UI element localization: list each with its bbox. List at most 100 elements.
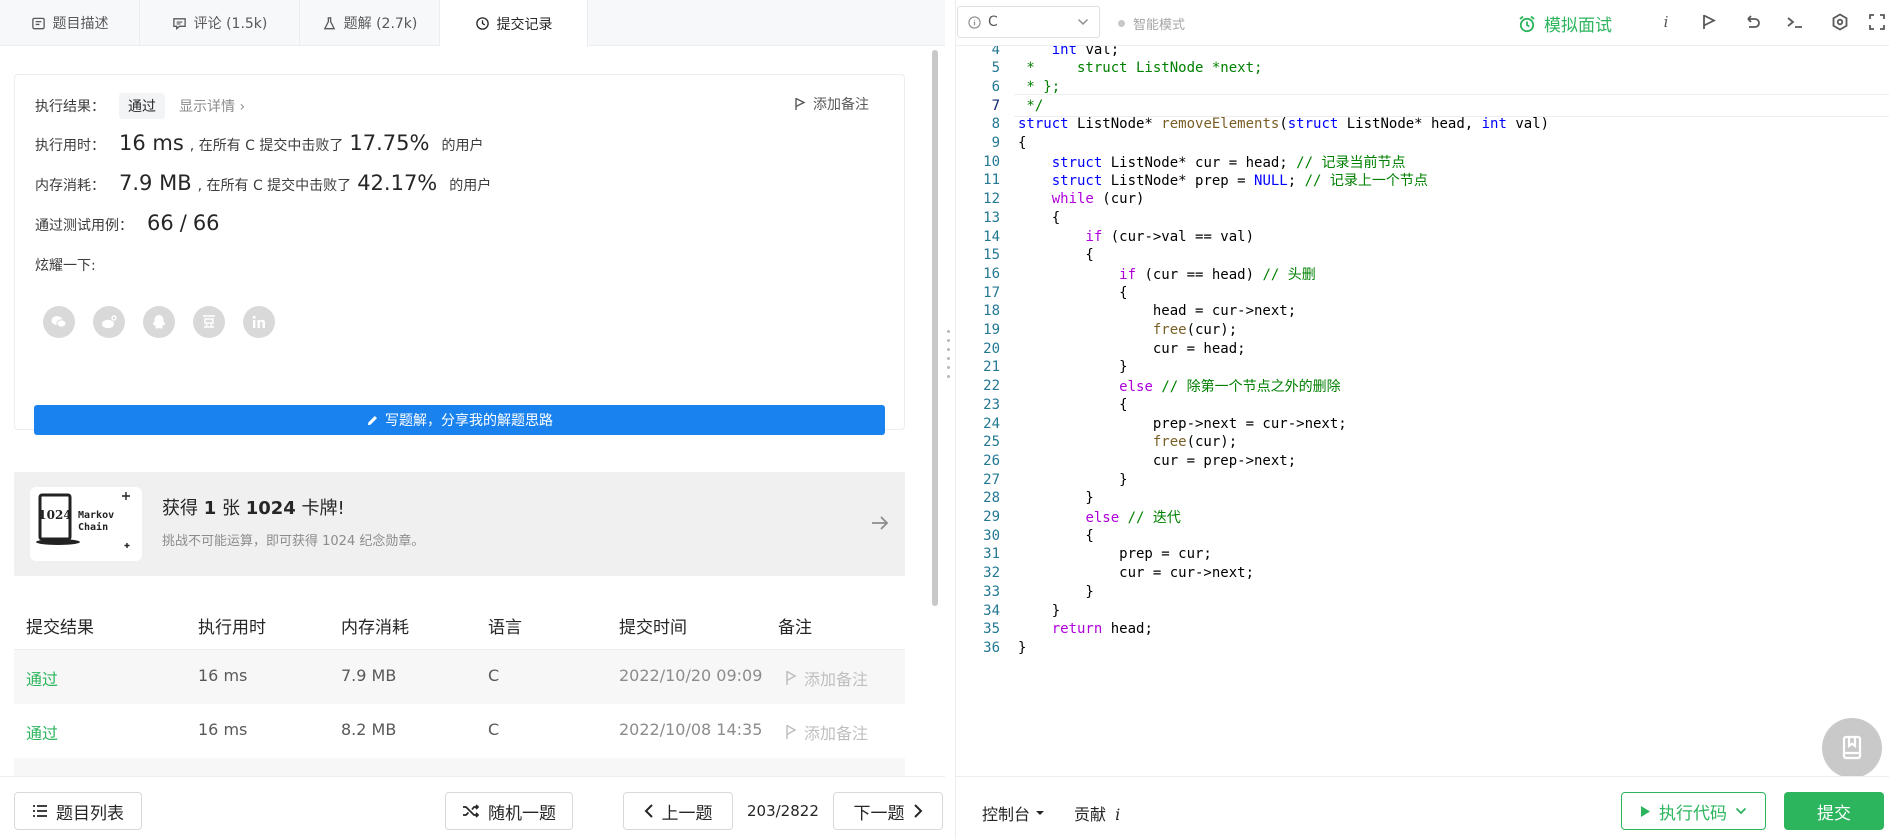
chevron-left-icon <box>644 804 653 818</box>
code-text: */ <box>1018 97 1044 114</box>
tab-solutions[interactable]: 题解 (2.7k) <box>300 0 440 46</box>
tab-comments[interactable]: 评论 (1.5k) <box>140 0 300 46</box>
code-text: return head; <box>1051 621 1153 638</box>
tab-submissions[interactable]: 提交记录 <box>440 0 588 47</box>
share-label: 炫耀一下: <box>35 258 96 274</box>
console-label: 控制台 <box>982 805 1031 824</box>
smart-mode-toggle[interactable]: 智能模式 <box>1118 14 1185 33</box>
line-number: 7 <box>991 97 1000 114</box>
flag-button[interactable] <box>1699 12 1719 32</box>
code-text: { <box>1018 396 1128 413</box>
line-number: 25 <box>983 434 1000 451</box>
line-number: 18 <box>983 303 1000 320</box>
wechat-share-button[interactable] <box>43 306 75 338</box>
th-memory: 内存消耗 <box>341 618 409 638</box>
flag-icon <box>1703 14 1717 29</box>
qq-share-button[interactable] <box>143 306 175 338</box>
mock-interview-button[interactable]: 模拟面试 <box>1518 11 1612 36</box>
left-scrollbar[interactable] <box>932 50 938 606</box>
description-icon <box>31 17 45 29</box>
line-number: 12 <box>983 191 1000 208</box>
run-code-button[interactable]: 执行代码 <box>1621 792 1766 830</box>
row-result[interactable]: 通过 <box>26 666 58 690</box>
qq-icon <box>153 315 165 329</box>
next-problem-label: 下一题 <box>853 803 905 824</box>
random-problem-button[interactable]: 随机一题 <box>445 792 573 830</box>
douban-share-button[interactable] <box>193 306 225 338</box>
line-number: 36 <box>983 639 1000 656</box>
tab-description-label: 题目描述 <box>52 16 109 32</box>
submit-button[interactable]: 提交 <box>1784 792 1884 830</box>
tab-comments-label: 评论 (1.5k) <box>193 16 268 32</box>
code-text: if (cur->val == val) <box>1085 228 1255 245</box>
write-solution-button[interactable]: 写题解，分享我的解题思路 <box>34 405 885 435</box>
status-row: 执行结果： 通过 显示详情 › <box>35 93 245 119</box>
th-language: 语言 <box>488 618 522 638</box>
row-memory: 7.9 MB <box>341 666 397 685</box>
language-select[interactable]: C <box>957 6 1100 38</box>
editor-toolbar: C 智能模式 模拟面试 i <box>956 0 1889 46</box>
flag-icon <box>786 724 797 739</box>
tab-solutions-label: 题解 (2.7k) <box>343 16 418 32</box>
row-note-label: 添加备注 <box>804 670 869 689</box>
problem-list-button[interactable]: 题目列表 <box>14 792 142 830</box>
linkedin-share-button[interactable] <box>243 306 275 338</box>
result-card: 执行结果： 通过 显示详情 › 添加备注 执行用时： 16 ms , 在所有 C… <box>14 74 905 435</box>
settings-button[interactable] <box>1830 12 1850 32</box>
undo-icon <box>1747 15 1760 28</box>
prev-problem-button[interactable]: 上一题 <box>623 792 733 830</box>
code-editor[interactable]: 4 int val; 5 * struct ListNode *next; 6 * … <box>956 46 1889 776</box>
code-text: prep = cur; <box>1018 546 1212 563</box>
row-note-label: 添加备注 <box>804 724 869 743</box>
code-text: } <box>1018 639 1027 656</box>
row-result[interactable]: 通过 <box>26 720 58 744</box>
row-add-note-button[interactable]: 添加备注 <box>784 720 868 744</box>
chevron-down-icon <box>1078 19 1088 25</box>
weibo-share-button[interactable] <box>93 306 125 338</box>
reset-button[interactable] <box>1742 12 1762 32</box>
right-panel: C 智能模式 模拟面试 i 4 int val; 5 * struct List… <box>955 0 1889 839</box>
code-text: while (cur) <box>1051 191 1145 208</box>
line-number: 34 <box>983 602 1000 619</box>
write-solution-label: 写题解，分享我的解题思路 <box>385 413 553 429</box>
table-row[interactable]: 通过 16 ms 8.2 MB C 2022/10/08 14:35 添加备注 <box>14 704 905 758</box>
panel-resize-handle[interactable] <box>947 330 951 390</box>
show-details-link[interactable]: 显示详情 › <box>179 96 245 116</box>
row-language: C <box>488 720 500 739</box>
line-number: 5 <box>991 60 1000 77</box>
card-text-1: Markov <box>78 510 114 521</box>
fullscreen-button[interactable] <box>1867 12 1887 32</box>
row-runtime: 16 ms <box>198 720 248 739</box>
notebook-button[interactable] <box>1822 718 1882 776</box>
linkedin-icon <box>252 315 265 328</box>
code-text: } <box>1018 602 1061 619</box>
code-text: } <box>1018 471 1128 488</box>
th-time: 提交时间 <box>619 618 687 638</box>
info-icon[interactable]: i <box>1656 12 1676 32</box>
next-problem-button[interactable]: 下一题 <box>833 792 943 830</box>
contribute-button[interactable]: 贡献 i <box>1074 801 1120 825</box>
row-add-note-button[interactable]: 添加备注 <box>784 666 868 690</box>
tab-description[interactable]: 题目描述 <box>0 0 140 46</box>
share-row: 炫耀一下: <box>35 255 96 275</box>
line-number: 13 <box>983 209 1000 226</box>
run-code-label: 执行代码 <box>1659 803 1727 824</box>
tests-total: 66 <box>192 211 220 235</box>
table-row[interactable]: 通过 16 ms 7.9 MB C 2022/10/20 09:09 添加备注 <box>14 650 905 704</box>
code-text: { <box>1018 209 1061 226</box>
console-button[interactable]: 控制台 <box>982 801 1045 825</box>
runtime-row: 执行用时： 16 ms , 在所有 C 提交中击败了 17.75% 的用户 <box>35 131 483 155</box>
badge-card[interactable]: 1024 Markov Chain 获得 1 张 1024 卡牌! 挑战不可能运… <box>14 472 905 576</box>
code-text: { <box>1018 527 1094 544</box>
add-note-button[interactable]: 添加备注 <box>793 94 869 114</box>
code-text: free(cur); <box>1152 434 1238 451</box>
smart-mode-label: 智能模式 <box>1133 18 1186 33</box>
expand-icon <box>1869 14 1885 30</box>
line-number: 21 <box>983 359 1000 376</box>
line-number: 27 <box>983 471 1000 488</box>
badge-title-name: 1024 <box>245 498 296 519</box>
row-runtime: 16 ms <box>198 666 248 685</box>
clock-icon <box>475 17 489 30</box>
memory-value: 7.9 MB <box>119 171 192 195</box>
terminal-button[interactable] <box>1785 12 1805 32</box>
